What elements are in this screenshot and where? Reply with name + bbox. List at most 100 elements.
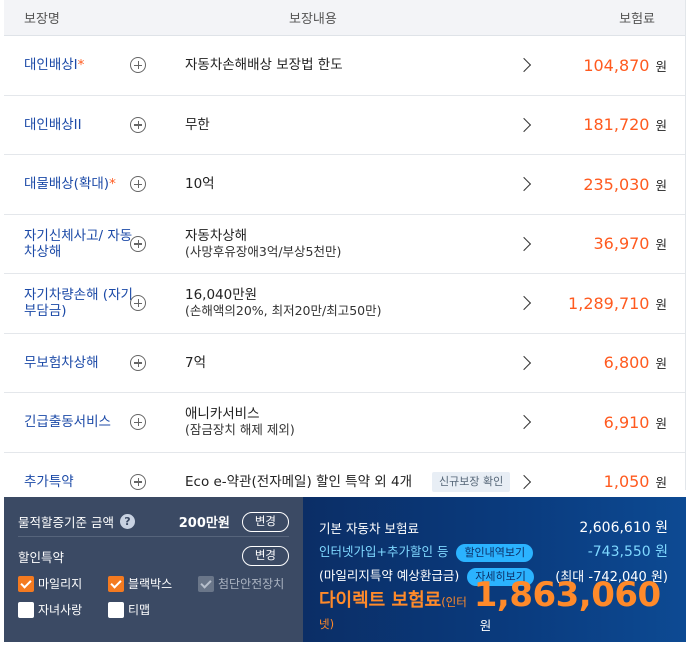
coverage-sub: (사망후유장애3억/부상5천만) xyxy=(185,243,342,259)
premium-amount: 235,030 xyxy=(583,174,650,194)
coverage-row[interactable]: 자기신체사고/ 자동차상해 자동차상해 (사망후유장애3억/부상5천만) 36,970… xyxy=(4,215,685,274)
table-header: 보장명 보장내용 보험료 xyxy=(4,0,685,36)
new-coverage-tag[interactable]: 신규보장 확인 xyxy=(432,471,511,492)
header-content: 보장내용 xyxy=(289,12,337,27)
coverage-main: 16,040만원 xyxy=(185,287,258,304)
checkbox-icon[interactable] xyxy=(108,575,124,592)
header-premium: 보험료 xyxy=(619,12,655,27)
coverage-content: 7억 xyxy=(185,355,206,371)
checkbox-label: 블랙박스 xyxy=(128,577,173,591)
coverage-name: 무보험차상해 xyxy=(24,355,134,371)
coverage-premium: 104,870 원 xyxy=(583,56,667,75)
checkbox-label: 마일리지 xyxy=(38,577,83,591)
coverage-row[interactable]: 대인배상II 무한 181,720 원 xyxy=(4,96,685,155)
coverage-content: Eco e-약관(전자메일) 할인 특약 외 4개 xyxy=(185,474,412,490)
expand-plus-icon[interactable] xyxy=(130,57,146,74)
discount-change-button[interactable]: 변경 xyxy=(241,546,289,566)
final-label-wrap: 다이렉트 보험료(인터넷) xyxy=(319,586,474,633)
checkbox-icon[interactable] xyxy=(18,575,34,592)
property-label-wrap: 물적할증기준 금액 ? xyxy=(18,512,179,531)
discount-checkbox: 첨단안전장치 xyxy=(198,575,308,592)
coverage-main: Eco e-약관(전자메일) 할인 특약 외 4개 xyxy=(185,473,413,490)
coverage-premium: 6,910 원 xyxy=(604,413,667,432)
help-icon[interactable]: ? xyxy=(119,514,135,529)
coverage-sub: (손해액의20%, 최저20만/최고50만) xyxy=(185,303,382,319)
coverage-name: 자기신체사고/ 자동차상해 xyxy=(24,228,134,260)
discount-row: 할인특약 변경 xyxy=(18,539,289,573)
chevron-right-icon[interactable] xyxy=(516,296,532,311)
discount-line-label: 인터넷가입+추가할인 등 xyxy=(319,543,449,559)
premium-amount: 181,720 xyxy=(583,115,650,135)
expand-plus-icon[interactable] xyxy=(130,414,146,431)
property-label: 물적할증기준 금액 xyxy=(18,515,114,530)
coverage-main: 10억 xyxy=(185,176,215,193)
chevron-right-icon[interactable] xyxy=(516,177,532,192)
coverage-name: 긴급출동서비스 xyxy=(24,414,134,430)
discount-checkbox[interactable]: 자녀사랑 xyxy=(18,601,108,618)
coverage-name-text: 무보험차상해 xyxy=(24,354,99,371)
checkbox-label: 자녀사랑 xyxy=(38,603,83,617)
premium-unit: 원 xyxy=(655,237,667,253)
coverage-premium: 235,030 원 xyxy=(583,175,667,194)
discount-detail-button[interactable]: 할인내역보기 xyxy=(456,543,534,562)
chevron-right-icon[interactable] xyxy=(516,415,532,430)
final-premium: 다이렉트 보험료(인터넷) 1,863,060 원 xyxy=(319,575,668,634)
premium-amount: 1,050 xyxy=(603,472,650,492)
premium-amount: 1,289,710 xyxy=(568,293,650,313)
coverage-rows: 대인배상I* 자동차손해배상 보장법 한도 104,870 원 대인배상II 무한 181,… xyxy=(4,36,685,512)
premium-unit: 원 xyxy=(655,475,667,491)
chevron-right-icon[interactable] xyxy=(516,58,532,73)
expand-plus-icon[interactable] xyxy=(130,116,146,133)
expand-plus-icon[interactable] xyxy=(130,235,146,252)
chevron-right-icon[interactable] xyxy=(516,474,532,489)
coverage-premium: 1,289,710 원 xyxy=(568,294,667,313)
coverage-row[interactable]: 대물배상(확대)* 10억 235,030 원 xyxy=(4,155,685,215)
coverage-content: 10억 xyxy=(185,176,215,192)
checkbox-icon[interactable] xyxy=(108,601,124,618)
expand-plus-icon[interactable] xyxy=(130,354,146,371)
coverage-row[interactable]: 자기차량손해 (자기부담금) 16,040만원 (손해액의20%, 최저20만/최고… xyxy=(4,274,685,334)
property-row: 물적할증기준 금액 ? 200만원 변경 xyxy=(18,507,289,537)
expand-plus-icon[interactable] xyxy=(130,473,146,490)
coverage-name: 대인배상I* xyxy=(24,57,134,73)
coverage-name: 추가특약 xyxy=(24,474,134,490)
discount-amount: -743,550 원 xyxy=(587,544,668,560)
chevron-right-icon[interactable] xyxy=(516,355,532,370)
coverage-premium: 6,800 원 xyxy=(604,353,667,372)
premium-amount: 6,910 xyxy=(603,412,650,432)
coverage-name-text: 자기차량손해 (자기부담금) xyxy=(24,287,133,320)
coverage-content: 무한 xyxy=(185,117,210,133)
checkbox-label: 첨단안전장치 xyxy=(218,577,285,591)
expand-plus-icon[interactable] xyxy=(130,295,146,312)
premium-unit: 원 xyxy=(655,118,667,134)
expand-plus-icon[interactable] xyxy=(130,176,146,193)
coverage-main: 자동차상해 xyxy=(185,227,248,244)
coverage-main: 무한 xyxy=(185,116,210,133)
discount-checkbox[interactable]: 티맵 xyxy=(108,601,198,618)
discount-line-left: 인터넷가입+추가할인 등 할인내역보기 xyxy=(319,541,534,562)
premium-unit: 원 xyxy=(655,58,667,74)
coverage-premium: 36,970 원 xyxy=(594,234,668,253)
coverage-row[interactable]: 긴급출동서비스 애니카서비스 (잠금장치 해제 제외) 6,910 원 xyxy=(4,393,685,453)
coverage-main: 자동차손해배상 보장법 한도 xyxy=(185,57,343,74)
options-panel: 물적할증기준 금액 ? 200만원 변경 할인특약 변경 마일리지 블랙박스 첨단안… xyxy=(4,497,303,642)
bottom-bar: 물적할증기준 금액 ? 200만원 변경 할인특약 변경 마일리지 블랙박스 첨단안… xyxy=(4,497,686,642)
discount-checkbox[interactable]: 블랙박스 xyxy=(108,575,198,592)
coverage-row[interactable]: 대인배상I* 자동차손해배상 보장법 한도 104,870 원 xyxy=(4,36,685,96)
coverage-name: 대물배상(확대)* xyxy=(24,176,134,192)
property-change-button[interactable]: 변경 xyxy=(241,511,289,532)
required-mark: * xyxy=(77,57,85,74)
premium-amount: 104,870 xyxy=(583,55,650,75)
header-name: 보장명 xyxy=(24,12,60,27)
coverage-row[interactable]: 무보험차상해 7억 6,800 원 xyxy=(4,334,685,393)
chevron-right-icon[interactable] xyxy=(516,236,532,251)
base-premium-line: 기본 자동차 보험료 2,606,610 원 xyxy=(319,515,668,539)
premium-unit: 원 xyxy=(655,415,667,431)
chevron-right-icon[interactable] xyxy=(516,117,532,132)
checkbox-label: 티맵 xyxy=(128,603,151,617)
summary-panel: 기본 자동차 보험료 2,606,610 원 인터넷가입+추가할인 등 할인내역… xyxy=(303,497,686,642)
discount-checkbox[interactable]: 마일리지 xyxy=(18,575,108,592)
coverage-name-text: 자기신체사고/ 자동차상해 xyxy=(24,227,133,260)
checkbox-icon[interactable] xyxy=(18,601,34,618)
coverage-main: 7억 xyxy=(185,354,207,371)
